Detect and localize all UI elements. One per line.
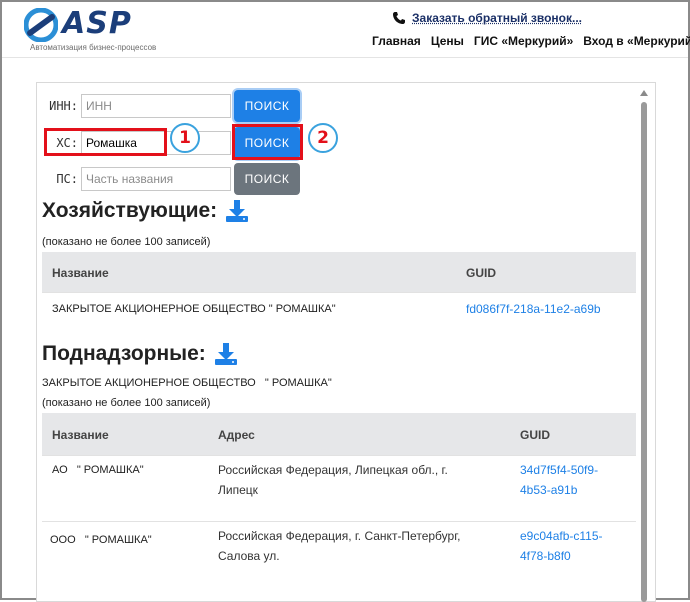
supervised-title-text: Поднадзорные: [42, 342, 206, 365]
supervised-address-line1: Российская Федерация, г. Санкт-Петербург… [218, 529, 461, 543]
supervised-guid-link-cont[interactable]: 4b53-a91b [520, 483, 577, 497]
ps-search-row: ПС: ПОИСК [40, 163, 300, 195]
supervised-name: ООО " РОМАШКА" [50, 534, 152, 546]
inn-input[interactable] [81, 94, 231, 118]
nav-item-mercury-login[interactable]: Вход в «Меркурий» [583, 34, 690, 48]
table-row: ЗАКРЫТОЕ АКЦИОНЕРНОЕ ОБЩЕСТВО " РОМАШКА"… [42, 292, 636, 326]
inn-search-button[interactable]: ПОИСК [234, 90, 300, 122]
vertical-scrollbar[interactable] [637, 88, 651, 602]
table-row: АО " РОМАШКА" Российская Федерация, Липе… [42, 455, 636, 521]
col-header-address: Адрес [218, 428, 255, 442]
annotation-box-2 [232, 124, 303, 160]
phone-icon [393, 12, 405, 24]
annotation-marker-1: 1 [170, 123, 200, 153]
col-header-guid: GUID [466, 266, 496, 280]
inn-search-row: ИНН: ПОИСК [40, 90, 300, 122]
col-header-name: Название [52, 266, 109, 280]
supervised-name: АО " РОМАШКА" [52, 464, 144, 476]
site-logo[interactable]: ASP Автоматизация бизнес-процессов [24, 6, 157, 52]
entities-note: (показано не более 100 записей) [42, 236, 211, 248]
supervised-title: Поднадзорные: [42, 342, 238, 366]
supervised-guid-link-cont[interactable]: 4f78-b8f0 [520, 549, 571, 563]
annotation-marker-2: 2 [308, 123, 338, 153]
supervised-table-header: Название Адрес GUID [42, 413, 636, 455]
annotation-box-1 [44, 128, 167, 156]
ps-search-button[interactable]: ПОИСК [234, 163, 300, 195]
site-header: ASP Автоматизация бизнес-процессов Заказ… [2, 2, 690, 58]
supervised-owner: ЗАКРЫТОЕ АКЦИОНЕРНОЕ ОБЩЕСТВО " РОМАШКА" [42, 377, 332, 389]
nav-item-home[interactable]: Главная [372, 34, 421, 48]
entities-title: Хозяйствующие: [42, 199, 249, 223]
nav-item-prices[interactable]: Цены [431, 34, 464, 48]
download-icon[interactable] [214, 342, 238, 366]
callback-link[interactable]: Заказать обратный звонок... [392, 11, 582, 25]
col-header-name: Название [52, 428, 109, 442]
callback-label: Заказать обратный звонок... [412, 11, 583, 25]
ps-input[interactable] [81, 167, 231, 191]
main-nav: Главная Цены ГИС «Меркурий» Вход в «Мерк… [372, 34, 690, 48]
supervised-address-line1: Российская Федерация, Липецкая обл., г. [218, 463, 448, 477]
logo-text: ASP [62, 6, 132, 41]
inn-label: ИНН: [49, 99, 78, 113]
download-icon[interactable] [225, 199, 249, 223]
supervised-note: (показано не более 100 записей) [42, 397, 211, 409]
entities-title-text: Хозяйствующие: [42, 199, 218, 222]
supervised-guid-link[interactable]: 34d7f5f4-50f9- [520, 463, 598, 477]
col-header-guid: GUID [520, 428, 550, 442]
logo-tagline: Автоматизация бизнес-процессов [30, 43, 157, 52]
scroll-up-icon[interactable] [640, 90, 648, 96]
table-row: ООО " РОМАШКА" Российская Федерация, г. … [42, 521, 636, 587]
entity-name: ЗАКРЫТОЕ АКЦИОНЕРНОЕ ОБЩЕСТВО " РОМАШКА" [52, 303, 336, 315]
scroll-thumb[interactable] [641, 102, 647, 602]
nav-item-gis-mercury[interactable]: ГИС «Меркурий» [474, 34, 573, 48]
entity-guid-link[interactable]: fd086f7f-218a-11e2-a69b [466, 302, 601, 316]
entities-table-header: Название GUID [42, 252, 636, 292]
supervised-address-line2: Салова ул. [218, 549, 280, 563]
supervised-address-line2: Липецк [218, 483, 258, 497]
ps-label: ПС: [56, 172, 78, 186]
logo-icon [24, 8, 58, 42]
supervised-guid-link[interactable]: e9c04afb-c115- [520, 529, 603, 543]
